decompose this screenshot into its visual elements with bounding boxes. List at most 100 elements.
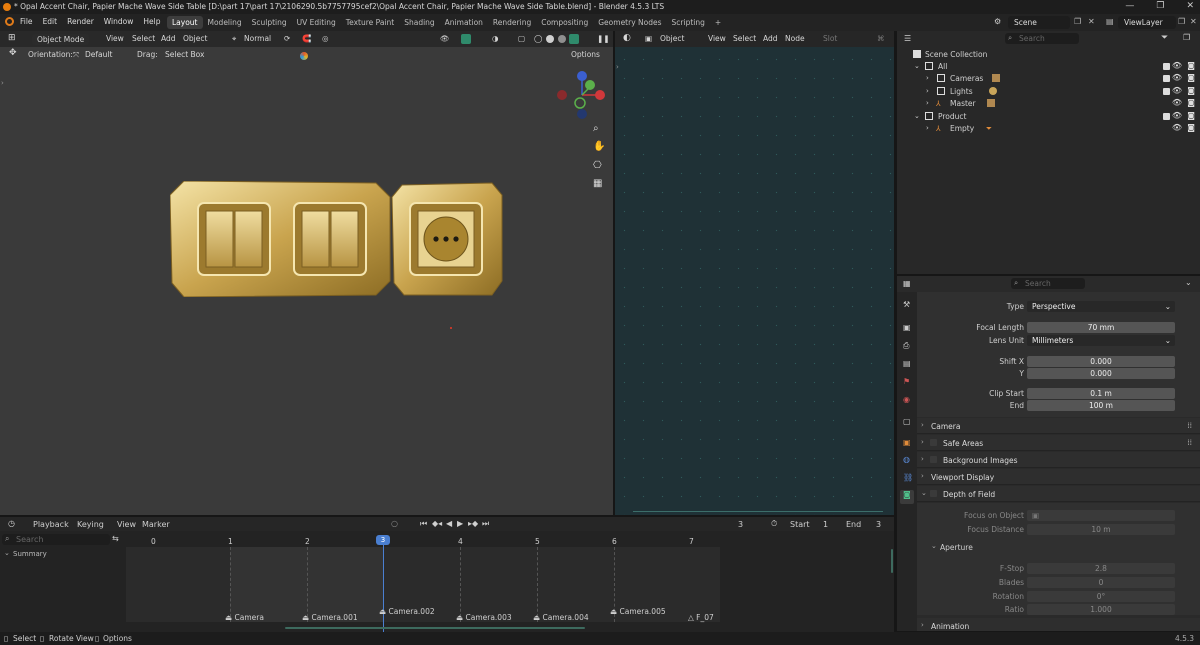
panel-viewport-display[interactable]: › Viewport Display — [917, 469, 1200, 485]
chevron-down-icon[interactable]: ⌄ — [914, 62, 920, 70]
depth-of-field-checkbox[interactable] — [930, 490, 937, 497]
pan-hand-icon[interactable]: ✋ — [593, 141, 605, 152]
jump-start-icon[interactable]: ⏮ — [420, 519, 427, 529]
viewport-menu-object[interactable]: Object — [183, 34, 207, 43]
transform-orientation-icon[interactable]: ⌖ — [232, 34, 236, 44]
pivot-icon[interactable]: ⟳ — [284, 34, 290, 43]
play-icon[interactable]: ▶ — [457, 519, 463, 528]
summary-chevron-down-icon[interactable]: ⌄ — [4, 549, 10, 557]
menu-edit[interactable]: Edit — [43, 17, 58, 26]
start-frame-field[interactable]: 1 — [823, 520, 828, 529]
drag-dropdown[interactable]: Select Box — [165, 50, 204, 59]
eye-icon[interactable]: 👁 — [1172, 111, 1182, 120]
jump-end-icon[interactable]: ⏭ — [482, 519, 489, 529]
swap-arrows-icon[interactable]: ⇆ — [112, 534, 119, 543]
outliner-row-master[interactable]: › ⅄ Master 👁 ◙ — [897, 98, 1200, 110]
proportional-edit-icon[interactable]: ◎ — [322, 34, 329, 43]
solid-shading-icon[interactable] — [546, 35, 554, 43]
tab-geometry-nodes[interactable]: Geometry Nodes — [593, 16, 666, 29]
marker-camera-001[interactable]: ⏏ Camera.001 — [302, 613, 358, 622]
camera-render-icon[interactable]: ◙ — [1187, 73, 1195, 82]
play-reverse-icon[interactable]: ◀ — [446, 519, 452, 528]
outliner-row-product[interactable]: ⌄ Product 👁 ◙ — [897, 111, 1200, 123]
outliner-row-all[interactable]: ⌄ All 👁 ◙ — [897, 61, 1200, 73]
menu-file[interactable]: File — [20, 17, 33, 26]
tab-shading[interactable]: Shading — [399, 16, 439, 29]
new-view-layer-icon[interactable]: ❐ — [1178, 17, 1185, 26]
menu-render[interactable]: Render — [67, 17, 94, 26]
panel-safe-areas[interactable]: › Safe Areas ⁞⁞ — [917, 435, 1200, 451]
filter-icon[interactable]: ⏷ — [1161, 33, 1168, 43]
chevron-right-icon[interactable]: › — [926, 87, 929, 95]
output-tab-icon[interactable]: ⎙ — [903, 341, 909, 351]
orientation-dropdown[interactable]: Default — [85, 50, 112, 59]
timeline-menu-view[interactable]: View — [117, 520, 136, 529]
chevron-right-icon[interactable]: › — [926, 74, 929, 82]
toolbar-expand-icon[interactable]: › — [1, 79, 4, 87]
timeline-scrollbar[interactable] — [285, 627, 585, 629]
ortho-grid-icon[interactable]: ▦ — [593, 178, 602, 189]
panel-background-images[interactable]: › Background Images — [917, 452, 1200, 468]
shader-node-editor[interactable]: ◐ ▣ Object View Select Add Node Slot ⌘ › — [615, 31, 894, 515]
3d-viewport[interactable]: ⊞ Object Mode View Select Add Object ⌖ N… — [0, 31, 613, 515]
wireframe-shading-icon[interactable]: ◯ — [534, 34, 542, 43]
timeline-editor-icon[interactable]: ◷ — [8, 519, 15, 528]
render-tab-icon[interactable]: ▣ — [903, 323, 911, 332]
tab-uv-editing[interactable]: UV Editing — [292, 16, 341, 29]
camera-type-dropdown[interactable]: Perspective ⌄ — [1027, 301, 1175, 312]
overlay-icon[interactable]: ◑ — [492, 34, 499, 43]
properties-options-chevron-icon[interactable]: ⌄ — [1185, 278, 1192, 287]
fstop-field[interactable]: 2.8 — [1027, 563, 1175, 574]
physics-tab-icon[interactable]: ◍ — [903, 455, 910, 464]
timeline-search-input[interactable]: ⌕ Search — [2, 534, 110, 545]
camera-render-icon[interactable]: ◙ — [1187, 111, 1195, 120]
shift-y-field[interactable]: 0.000 — [1027, 368, 1175, 379]
close-button[interactable]: ✕ — [1186, 1, 1194, 11]
clip-end-field[interactable]: 100 m — [1027, 400, 1175, 411]
scene-selector[interactable]: Scene — [1008, 16, 1070, 29]
tab-scripting[interactable]: Scripting — [667, 16, 710, 29]
eye-icon[interactable]: 👁 — [1172, 86, 1182, 95]
gizmo-z-axis[interactable] — [577, 71, 587, 81]
viewport-menu-view[interactable]: View — [106, 34, 124, 43]
menu-help[interactable]: Help — [143, 17, 160, 26]
background-images-checkbox[interactable] — [930, 456, 937, 463]
gizmo-neg-z-axis[interactable] — [577, 109, 587, 119]
eye-icon[interactable]: 👁 — [1172, 123, 1182, 132]
delete-view-layer-icon[interactable]: ✕ — [1190, 17, 1197, 26]
outliner-editor-icon[interactable]: ☰ — [904, 34, 911, 43]
summary-channel[interactable]: Summary — [13, 550, 47, 558]
record-icon[interactable]: ○ — [391, 519, 398, 528]
material-shading-icon[interactable] — [558, 35, 566, 43]
marker-camera[interactable]: ⏏ Camera — [225, 613, 264, 622]
world-tab-icon[interactable]: ◉ — [903, 395, 910, 404]
marker-camera-002[interactable]: ⏏ Camera.002 — [379, 607, 435, 616]
node-menu-node[interactable]: Node — [785, 34, 805, 43]
shift-x-field[interactable]: 0.000 — [1027, 356, 1175, 367]
camera-render-icon[interactable]: ◙ — [1187, 61, 1195, 70]
eye-icon[interactable]: 👁 — [1172, 61, 1182, 70]
node-editor-scrollbar[interactable] — [633, 511, 883, 512]
end-frame-field[interactable]: 3 — [876, 520, 881, 529]
marker-camera-003[interactable]: ⏏ Camera.003 — [456, 613, 512, 622]
node-object-type-icon[interactable]: ▣ — [645, 34, 652, 43]
maximize-button[interactable]: ❐ — [1156, 1, 1164, 11]
properties-search-input[interactable]: ⌕ Search — [1011, 278, 1085, 289]
chevron-down-icon[interactable]: ⌄ — [914, 112, 920, 120]
gizmo-neg-x-axis[interactable] — [557, 90, 567, 100]
drag-handle-icon[interactable]: ⁞⁞ — [1187, 421, 1192, 430]
delete-scene-icon[interactable]: ✕ — [1088, 17, 1095, 26]
outliner-row-scene-collection[interactable]: Scene Collection — [897, 49, 1200, 61]
navigation-gizmo[interactable] — [552, 69, 612, 151]
collection-tab-icon[interactable]: ▢ — [903, 417, 911, 426]
xray-icon[interactable]: ▢ — [518, 34, 525, 43]
viewport-menu-add[interactable]: Add — [161, 34, 176, 43]
editor-type-icon[interactable]: ⊞ — [8, 33, 16, 43]
tab-texture-paint[interactable]: Texture Paint — [341, 16, 399, 29]
outliner-row-empty[interactable]: › ⅄ Empty ⏷ 👁 ◙ — [897, 123, 1200, 135]
gizmo-x-axis[interactable] — [595, 90, 605, 100]
tab-modeling[interactable]: Modeling — [203, 16, 247, 29]
prev-keyframe-icon[interactable]: ◆◂ — [432, 519, 442, 528]
camera-render-icon[interactable]: ◙ — [1187, 86, 1195, 95]
view-layer-selector[interactable]: ViewLayer — [1118, 16, 1176, 29]
